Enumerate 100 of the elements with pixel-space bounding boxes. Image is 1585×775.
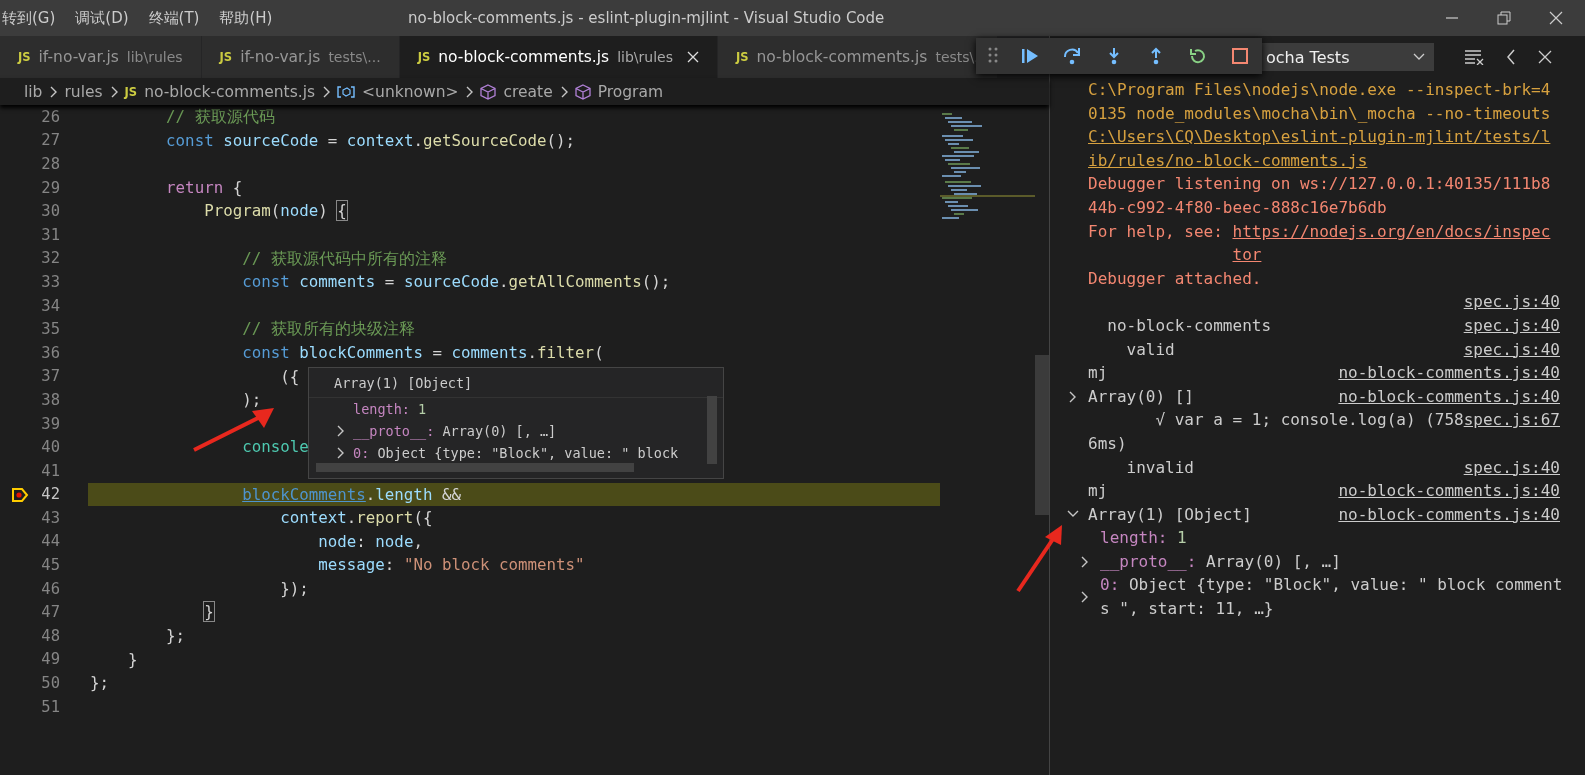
source-link[interactable]: no-block-comments.js:40: [1338, 479, 1560, 503]
drag-handle-icon[interactable]: [988, 47, 998, 65]
editor-tab[interactable]: JS no-block-comments.js tests\.: [717, 36, 998, 78]
line-number: 43: [41, 508, 60, 527]
scrollbar: [707, 396, 717, 464]
source-link[interactable]: spec.js:40: [1463, 455, 1560, 480]
breakpoint-arrow-icon: [11, 486, 29, 503]
js-file-icon: JS: [417, 50, 431, 64]
annotation-arrow: [1015, 523, 1065, 593]
console-object[interactable]: Array(0) []: [1088, 384, 1339, 409]
chevron-icon: [464, 84, 475, 99]
menu-item[interactable]: 转到(G): [2, 8, 56, 28]
editor-tab[interactable]: JS no-block-comments.js lib\rules: [399, 36, 718, 78]
object-property[interactable]: __proto__: Array(0) [, …]: [353, 423, 557, 439]
line-number: 38: [41, 390, 60, 409]
breadcrumb-item[interactable]: Program: [574, 82, 664, 101]
line-number: 45: [41, 556, 60, 575]
line-number: 46: [41, 579, 60, 598]
code-line: }: [203, 602, 214, 622]
code-line: const blockComments = comments.filter(: [241, 342, 604, 362]
restart-icon[interactable]: [1188, 47, 1208, 65]
line-number: 27: [41, 131, 60, 150]
cube-icon: [480, 83, 497, 100]
console-output: mj: [1088, 480, 1109, 503]
code-line: );: [241, 390, 262, 410]
object-property[interactable]: 0: Object {type: "Block", value: " block comments ", start: 11, …}: [1100, 573, 1566, 621]
js-file-icon: JS: [219, 50, 233, 64]
step-over-icon[interactable]: [1062, 47, 1082, 65]
menu-item[interactable]: 帮助(H): [219, 8, 273, 28]
close-icon[interactable]: [1538, 50, 1552, 64]
line-number: 42: [41, 485, 60, 504]
variable-icon: [337, 84, 356, 99]
object-property: length: 1: [1100, 527, 1188, 550]
console-output: √ var a = 1; console.log(a) (7586ms): [1088, 409, 1464, 455]
line-number: 34: [41, 296, 60, 315]
tab-path: tests\.: [935, 49, 979, 65]
chevron-icon: [48, 84, 59, 99]
breadcrumb-item[interactable]: JS no-block-comments.js: [124, 82, 316, 101]
js-file-icon: JS: [18, 50, 31, 64]
code-line: }: [127, 649, 138, 669]
code-line: context.report({: [279, 508, 433, 528]
code-line: ({: [279, 366, 300, 386]
source-link[interactable]: spec.js:40: [1463, 290, 1560, 314]
code-line: // 获取所有的块级注释: [241, 319, 415, 339]
breadcrumb-item[interactable]: <unknown>: [337, 82, 459, 101]
source-link[interactable]: no-block-comments.js:40: [1338, 361, 1560, 385]
tab-path: tests\...: [328, 49, 381, 65]
code-line: message: "No block comments": [317, 555, 585, 575]
breadcrumb-item[interactable]: rules: [64, 82, 103, 101]
stop-icon[interactable]: [1230, 47, 1250, 65]
line-number: 36: [41, 343, 60, 362]
breadcrumb-item[interactable]: create: [480, 82, 553, 101]
source-link[interactable]: spec.js:40: [1463, 313, 1560, 338]
clear-console-icon[interactable]: [1464, 49, 1484, 65]
console-output: invalid: [1125, 456, 1195, 479]
line-number: 47: [41, 603, 60, 622]
console-output: Debugger attached.: [1088, 268, 1262, 288]
source-link[interactable]: no-block-comments.js:40: [1338, 384, 1560, 409]
object-property: length: 1: [353, 401, 427, 417]
hover-title: Array(1) [Object]: [309, 368, 723, 398]
close-icon[interactable]: [1549, 11, 1563, 25]
line-number: 26: [41, 107, 60, 126]
code-line: });: [279, 578, 309, 598]
editor-tab[interactable]: JS if-no-var.js lib\rules: [0, 36, 202, 78]
line-number: 48: [41, 626, 60, 645]
line-number: 40: [41, 438, 60, 457]
breadcrumb-item[interactable]: lib: [24, 82, 43, 101]
tab-path: lib\rules: [126, 49, 183, 65]
menu-item[interactable]: 终端(T): [148, 8, 200, 28]
configuration-dropdown[interactable]: ocha Tests: [1262, 43, 1434, 71]
line-number: 28: [41, 155, 60, 173]
source-link[interactable]: spec.js:40: [1463, 337, 1560, 362]
console-link[interactable]: https://nodejs.org/en/docs/inspector: [1232, 219, 1551, 267]
line-number: 50: [41, 674, 60, 693]
console-output: valid: [1125, 338, 1176, 361]
js-file-icon: JS: [124, 84, 138, 99]
tab-path: lib\rules: [617, 49, 673, 65]
object-property[interactable]: __proto__: Array(0) [, …]: [1100, 549, 1566, 574]
close-icon[interactable]: [686, 51, 699, 63]
source-link[interactable]: no-block-comments.js:40: [1338, 502, 1560, 527]
code-line: };: [90, 673, 110, 693]
menu-item[interactable]: 调试(D): [75, 8, 129, 28]
code-line: return {: [165, 177, 243, 197]
scrollbar-thumb[interactable]: [1035, 355, 1049, 515]
tab-title: no-block-comments.js: [756, 48, 928, 66]
console-object[interactable]: Array(1) [Object]: [1088, 502, 1339, 527]
code-line: Program(node) {: [203, 201, 347, 221]
tab-title: no-block-comments.js: [438, 48, 610, 66]
editor-tab[interactable]: JS if-no-var.js tests\...: [201, 36, 400, 78]
console-output: no-block-comments: [1106, 314, 1273, 337]
line-number: 39: [41, 414, 60, 433]
console-output: mj: [1088, 362, 1109, 385]
continue-icon[interactable]: [1020, 47, 1040, 65]
code-line: const sourceCode = context.getSourceCode();: [165, 130, 576, 150]
console-link[interactable]: C:\Users\CQ\Desktop\eslint-plugin-mjlint/tests/lib/rules/no-block-comments.js: [1088, 125, 1551, 173]
chevron-left-icon[interactable]: [1506, 49, 1516, 65]
restore-icon[interactable]: [1497, 11, 1511, 25]
object-property[interactable]: 0: Object {type: "Block", value: " block: [353, 445, 679, 461]
source-link[interactable]: spec.js:67: [1463, 408, 1560, 432]
line-number: 29: [41, 178, 60, 197]
